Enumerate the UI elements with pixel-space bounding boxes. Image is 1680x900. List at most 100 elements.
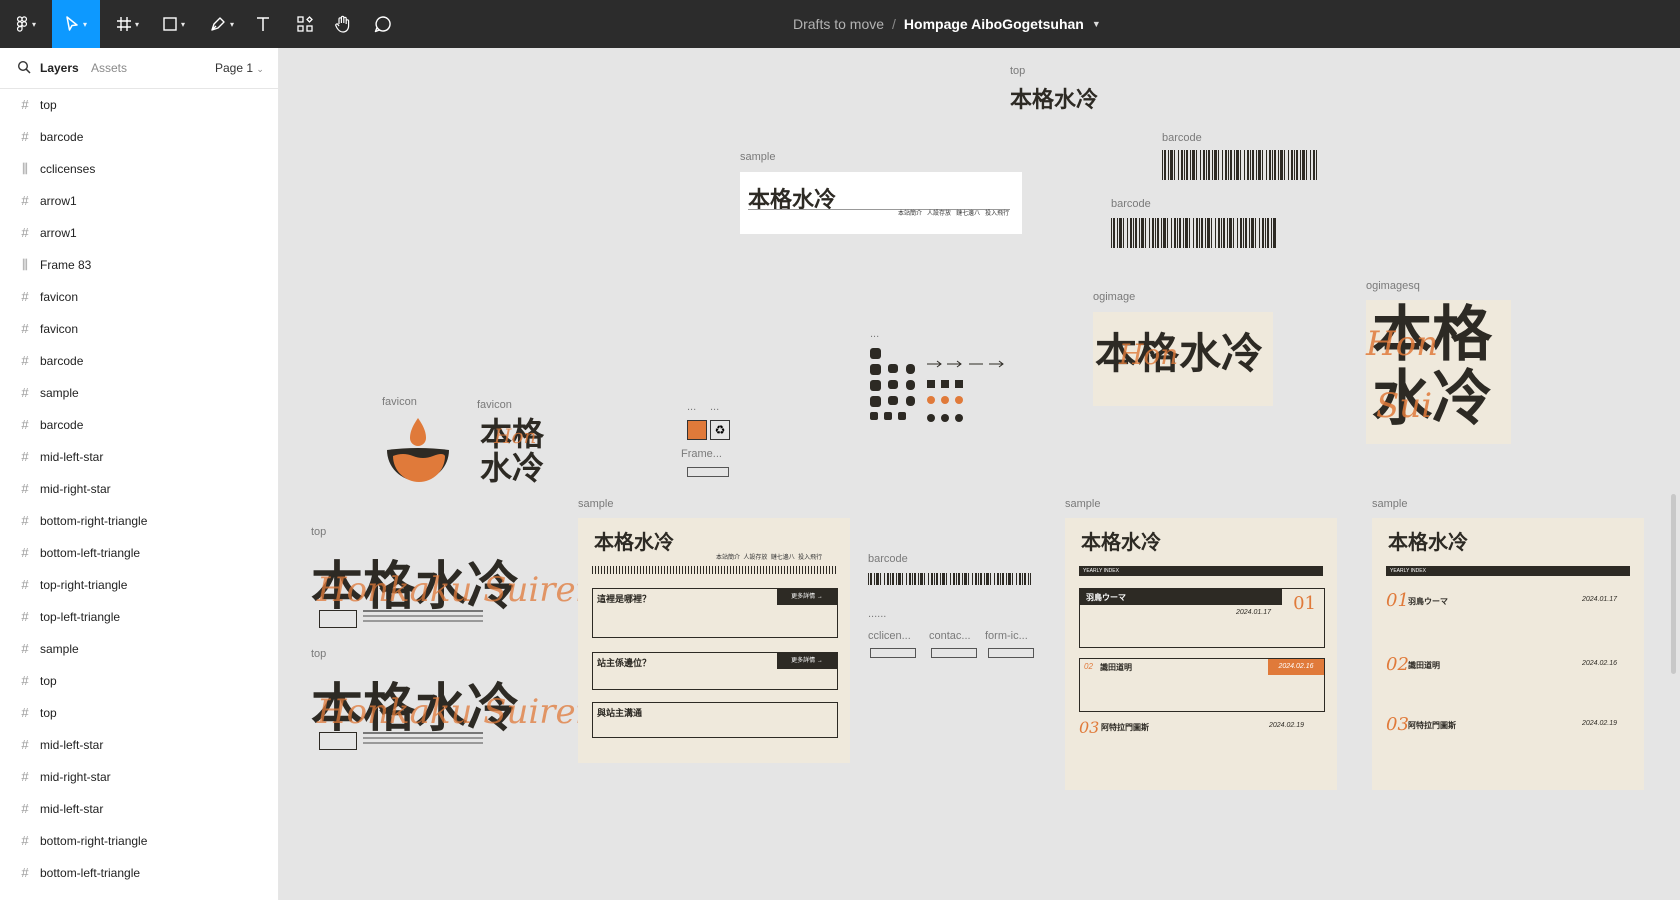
layer-row[interactable]: # top-left-triangle xyxy=(0,601,278,633)
barcode-graphic[interactable] xyxy=(1111,218,1276,248)
frame-label[interactable]: form-ic... xyxy=(985,630,1028,642)
frame-label[interactable]: barcode xyxy=(1111,198,1151,210)
more-details-button[interactable]: 更多詳情 → xyxy=(777,653,837,669)
file-name[interactable]: Hompage AiboGogetsuhan xyxy=(904,16,1084,32)
frame-label[interactable]: cclicen... xyxy=(868,630,911,642)
frame-label[interactable]: ... xyxy=(710,401,719,413)
move-tool-button[interactable]: ▾ xyxy=(52,0,100,48)
sample-header-frame[interactable]: 本格水冷 本站簡介 人設存放 鏈七邊八 投入飛行 xyxy=(740,172,1022,234)
main-menu-button[interactable]: ▾ xyxy=(6,0,46,48)
layer-row[interactable]: # mid-left-star xyxy=(0,441,278,473)
mini-icons-row[interactable] xyxy=(687,467,729,477)
project-name[interactable]: Drafts to move xyxy=(793,16,884,32)
drop-bowl-icon[interactable] xyxy=(383,416,453,486)
layer-row[interactable]: # top-right-triangle xyxy=(0,569,278,601)
frame-label[interactable]: ogimage xyxy=(1093,291,1135,303)
wine-glass-icon[interactable] xyxy=(687,420,707,440)
layer-row[interactable]: # mid-left-star xyxy=(0,729,278,761)
barcode-bar xyxy=(1266,150,1267,180)
barcode-bar xyxy=(956,573,957,585)
recycle-icon[interactable]: ♻ xyxy=(710,420,730,440)
frame-label[interactable]: contac... xyxy=(929,630,971,642)
ogimage-frame[interactable]: 本格水冷 Hon xyxy=(1093,312,1273,406)
layer-row[interactable]: ⫼ cclicenses xyxy=(0,153,278,185)
design-canvas[interactable]: top 本格水冷 sample 本格水冷 本站簡介 人設存放 鏈七邊八 投入飛行… xyxy=(279,48,1680,900)
layer-row[interactable]: # mid-right-star xyxy=(0,473,278,505)
barcode-bar xyxy=(1294,150,1295,180)
social-icons-cluster[interactable] xyxy=(870,348,928,468)
contact-icons[interactable] xyxy=(931,648,977,658)
barcode-bar xyxy=(1256,150,1257,180)
form-icons[interactable] xyxy=(988,648,1034,658)
layer-row[interactable]: # arrow1 xyxy=(0,217,278,249)
frame-tool-button[interactable]: ▾ xyxy=(110,0,146,48)
frame-label[interactable]: top xyxy=(311,648,326,660)
frame-label[interactable]: favicon xyxy=(477,399,512,411)
search-icon[interactable] xyxy=(17,60,31,74)
layer-row[interactable]: # top xyxy=(0,89,278,121)
sample-index-frame[interactable]: 本格水冷 YEARLY INDEX 01 羽鳥ウーマ 2024.01.17 02… xyxy=(1372,518,1644,790)
cclicenses-icons[interactable] xyxy=(870,648,916,658)
layer-row[interactable]: # mid-right-star xyxy=(0,761,278,793)
chevron-down-icon[interactable]: ▼ xyxy=(1092,19,1101,29)
layer-row[interactable]: # bottom-right-triangle xyxy=(0,505,278,537)
frame-label[interactable]: ogimagesq xyxy=(1366,280,1420,292)
barcode-graphic[interactable] xyxy=(1162,150,1318,180)
ogimagesq-frame[interactable]: 本格 水冷 Hon Sui xyxy=(1366,300,1511,444)
layer-row[interactable]: # bottom-right-triangle xyxy=(0,825,278,857)
barcode-bar xyxy=(1229,218,1232,248)
arrows-and-icons-cluster[interactable] xyxy=(925,348,1015,438)
layer-row[interactable]: # bottom-left-triangle xyxy=(0,537,278,569)
top-frame-large[interactable]: 本格水冷 Honkaku Suirei xyxy=(311,544,587,644)
barcode-graphic[interactable] xyxy=(868,573,1031,585)
layer-row[interactable]: # arrow1 xyxy=(0,185,278,217)
frame-label[interactable]: favicon xyxy=(382,396,417,408)
layer-row[interactable]: # bottom-left-triangle xyxy=(0,857,278,889)
frame-label[interactable]: barcode xyxy=(1162,132,1202,144)
frame-label[interactable]: sample xyxy=(1065,498,1100,510)
barcode-bar xyxy=(1310,150,1311,180)
text-tool-button[interactable] xyxy=(252,0,274,48)
resources-tool-button[interactable] xyxy=(294,0,316,48)
layer-row[interactable]: # barcode xyxy=(0,345,278,377)
top-frame-large[interactable]: 本格水冷 Honkaku Suirei xyxy=(311,666,587,766)
layer-row[interactable]: # sample xyxy=(0,377,278,409)
layer-row[interactable]: # barcode xyxy=(0,409,278,441)
layer-row[interactable]: # sample xyxy=(0,633,278,665)
frame-label[interactable]: ... xyxy=(687,401,696,413)
sample-index-frame[interactable]: 本格水冷 YEARLY INDEX 羽鳥ウーマ 2024.01.17 01 02… xyxy=(1065,518,1337,790)
top-frame-small[interactable]: 本格水冷 xyxy=(1010,82,1120,116)
page-selector[interactable]: Page 1 ⌄ xyxy=(215,61,264,75)
frame-label[interactable]: Frame... xyxy=(681,448,722,460)
frame-label[interactable]: sample xyxy=(578,498,613,510)
frame-label[interactable]: top xyxy=(311,526,326,538)
frame-label[interactable]: ...... xyxy=(868,608,886,620)
layer-row[interactable]: # top xyxy=(0,697,278,729)
logo-line-2: 水冷 xyxy=(480,449,545,487)
frame-icon: # xyxy=(21,737,29,752)
frame-label[interactable]: barcode xyxy=(868,553,908,565)
hand-tool-button[interactable] xyxy=(332,0,354,48)
entry-title: 識田道明 xyxy=(1408,660,1440,670)
pen-tool-button[interactable]: ▾ xyxy=(204,0,240,48)
shape-tool-button[interactable]: ▾ xyxy=(156,0,192,48)
favicon-logo-frame[interactable]: 本格 水冷 Hon xyxy=(478,416,550,488)
layer-row[interactable]: ⫼ Frame 83 xyxy=(0,249,278,281)
more-details-button[interactable]: 更多詳情 → xyxy=(777,589,837,605)
layer-row[interactable]: # top xyxy=(0,665,278,697)
sample-page-frame[interactable]: 本格水冷 本站簡介 人設存放 鏈七邊八 投入飛行 這裡是哪裡？ 更多詳情 → 站… xyxy=(578,518,850,763)
layer-row[interactable]: # favicon xyxy=(0,313,278,345)
layer-row[interactable]: # barcode xyxy=(0,121,278,153)
file-title[interactable]: Drafts to move / Hompage AiboGogetsuhan … xyxy=(793,0,1101,48)
tab-assets[interactable]: Assets xyxy=(91,61,127,75)
barcode-bar xyxy=(1306,150,1307,180)
tab-layers[interactable]: Layers xyxy=(40,61,79,75)
frame-label[interactable]: ... xyxy=(870,328,879,340)
vertical-scrollbar[interactable] xyxy=(1671,494,1676,674)
frame-label[interactable]: sample xyxy=(740,151,775,163)
frame-label[interactable]: top xyxy=(1010,65,1025,77)
layer-row[interactable]: # favicon xyxy=(0,281,278,313)
comment-tool-button[interactable] xyxy=(372,0,394,48)
layer-row[interactable]: # mid-left-star xyxy=(0,793,278,825)
frame-label[interactable]: sample xyxy=(1372,498,1407,510)
